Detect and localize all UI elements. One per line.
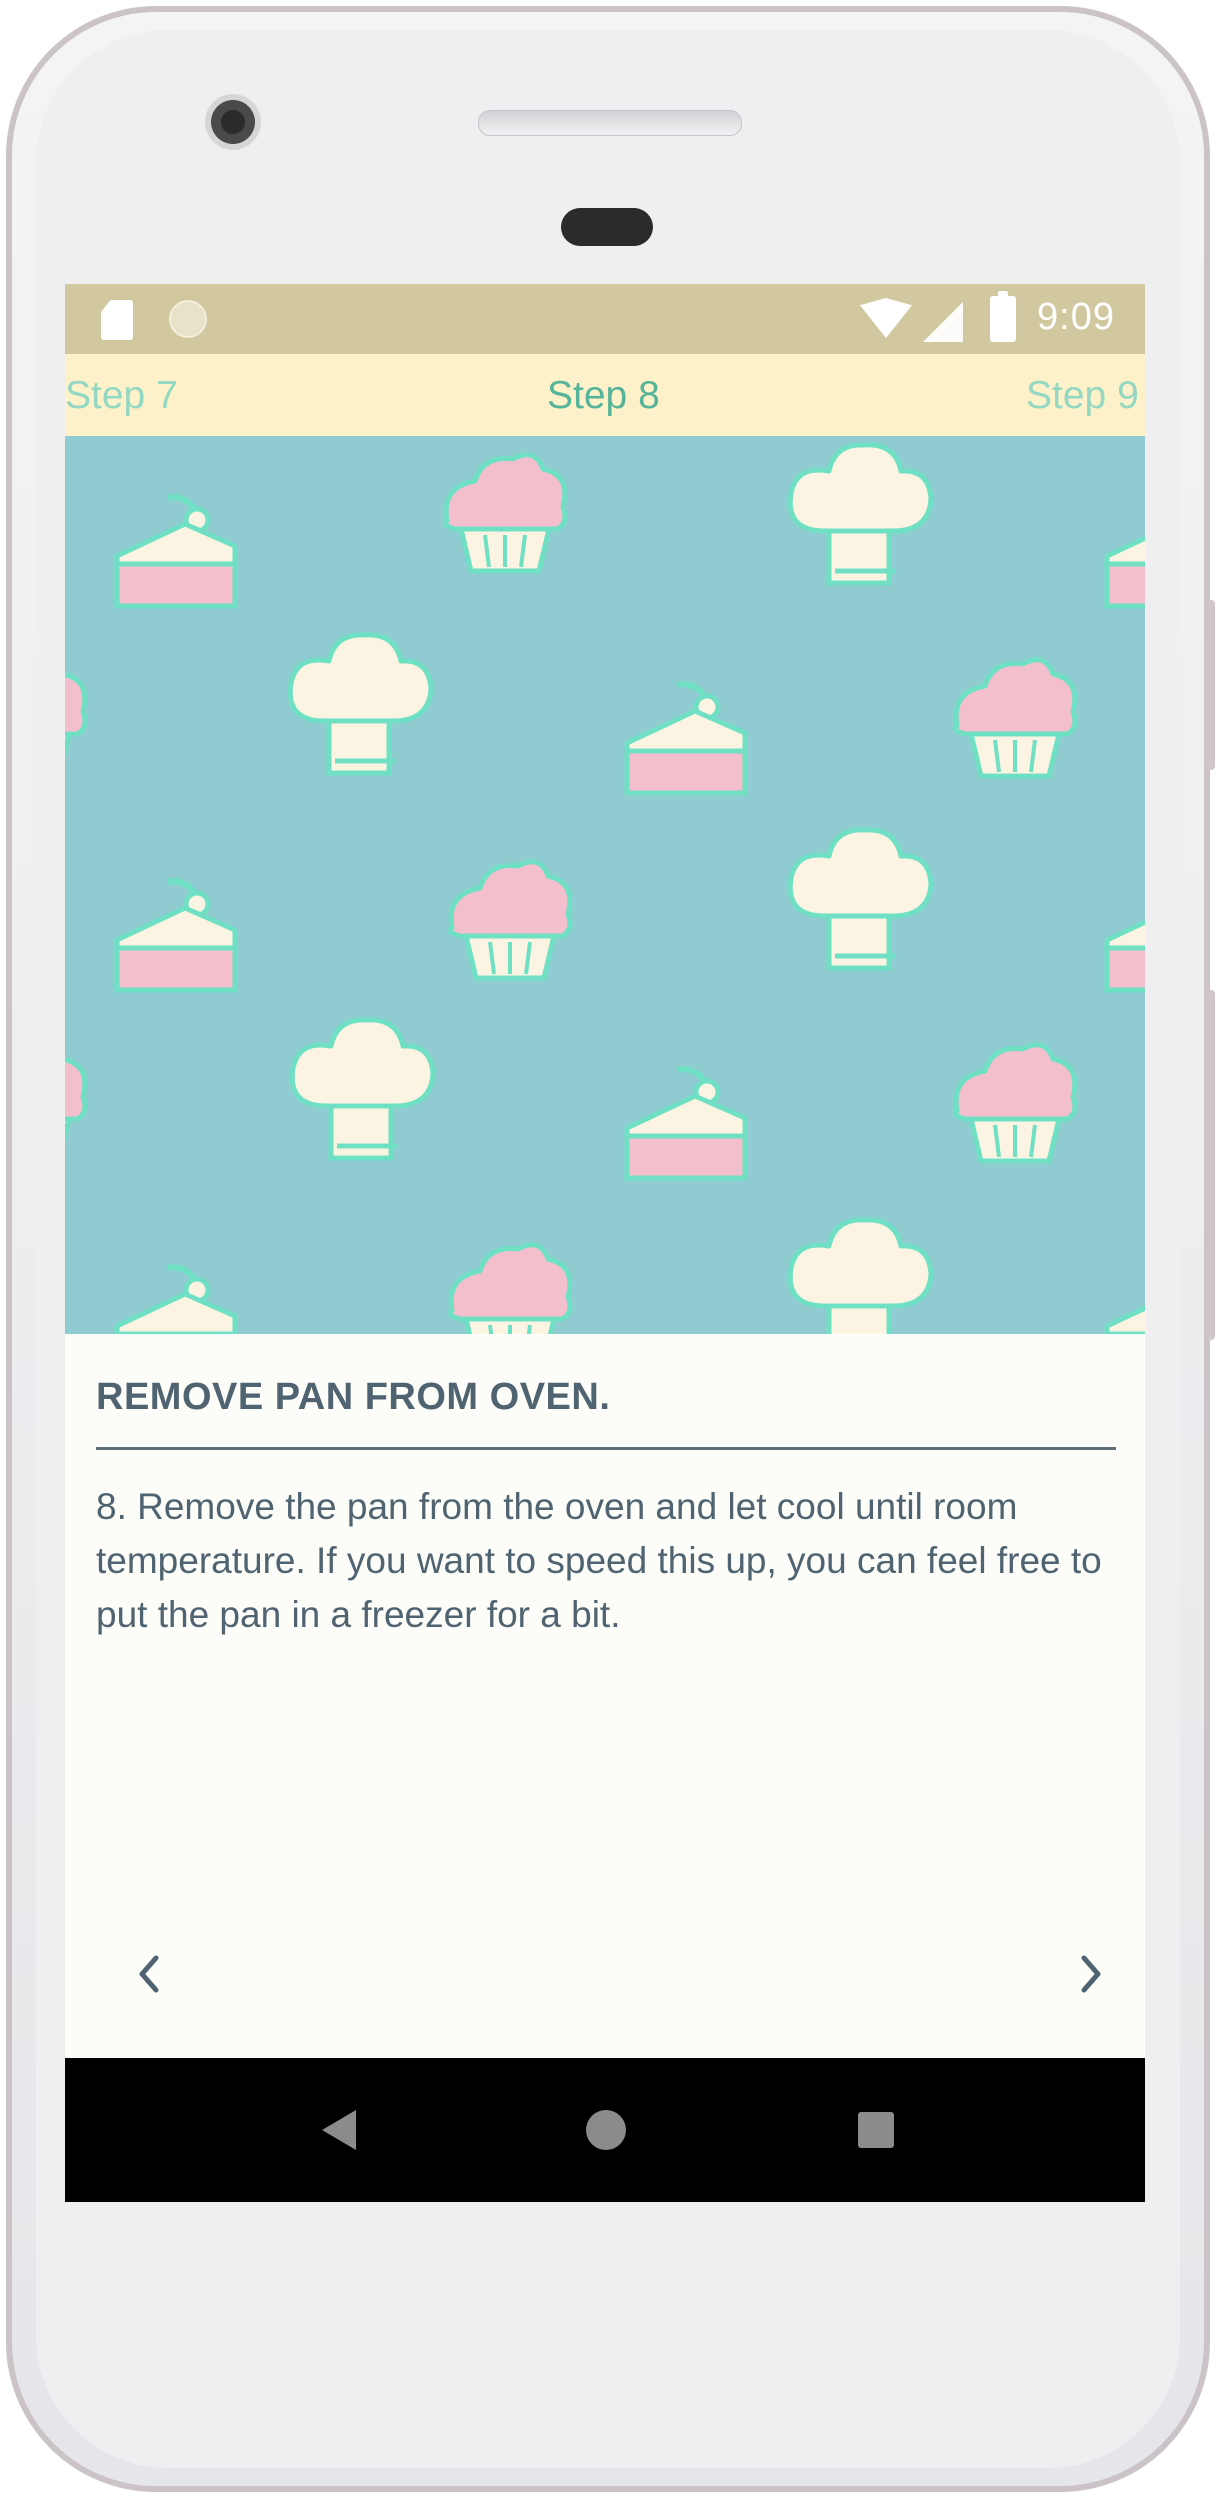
volume-button <box>1207 990 1215 1340</box>
status-bar: 9:09 <box>65 284 1145 354</box>
tab-next-step[interactable]: Step 9 <box>1026 374 1139 418</box>
cupcake-icon <box>955 660 1075 776</box>
cake-slice-icon <box>117 1267 235 1334</box>
tab-previous-step[interactable]: Step 7 <box>65 374 178 418</box>
step-image <box>65 436 1145 1334</box>
title-divider <box>96 1447 1116 1450</box>
power-button <box>1207 600 1215 770</box>
chevron-right-icon <box>1081 1955 1101 1993</box>
chef-hat-icon <box>292 1020 433 1158</box>
back-icon[interactable] <box>322 2110 356 2150</box>
earpiece-speaker <box>478 110 742 136</box>
cake-slice-icon <box>627 1069 745 1178</box>
cake-slice-icon <box>627 684 745 793</box>
cake-slice-icon <box>117 497 235 606</box>
sd-card-icon <box>101 300 133 340</box>
signal-icon <box>923 302 963 342</box>
status-time: 9:09 <box>1037 296 1115 338</box>
recents-icon[interactable] <box>858 2112 894 2148</box>
cake-slice-icon <box>117 881 235 990</box>
cake-slice-icon <box>1107 1267 1145 1334</box>
battery-charging-icon <box>990 291 1016 342</box>
system-navigation-bar <box>65 2058 1145 2202</box>
cake-slice-icon <box>1107 881 1145 990</box>
home-icon[interactable] <box>586 2110 626 2150</box>
previous-step-button[interactable] <box>120 1944 180 2004</box>
front-camera <box>205 94 261 150</box>
chef-hat-icon <box>290 635 431 773</box>
tab-current-step[interactable]: Step 8 <box>547 374 660 418</box>
cupcake-icon <box>955 1045 1075 1161</box>
cupcake-icon <box>445 455 565 571</box>
cupcake-icon <box>450 1245 570 1334</box>
cupcake-icon <box>65 1045 85 1161</box>
cake-slice-icon <box>1107 497 1145 606</box>
wifi-icon <box>860 298 912 338</box>
circle-notification-icon <box>169 300 207 338</box>
next-step-button[interactable] <box>1060 1944 1120 2004</box>
chevron-left-icon <box>139 1955 159 1993</box>
chef-hat-icon <box>790 1220 931 1334</box>
chef-hat-icon <box>790 445 931 583</box>
step-tabs: Step 7 Step 8 Step 9 <box>65 354 1145 436</box>
step-content: REMOVE PAN FROM OVEN. 8. Remove the pan … <box>65 1334 1145 2058</box>
step-description: 8. Remove the pan from the oven and let … <box>96 1486 1102 1635</box>
proximity-sensor <box>561 208 653 246</box>
cupcake-icon <box>65 660 85 776</box>
cupcake-icon <box>450 862 570 978</box>
app-screen: 9:09 Step 7 Step 8 Step 9 REMOVE PAN FRO… <box>65 284 1145 2202</box>
chef-hat-icon <box>790 830 931 968</box>
step-title: REMOVE PAN FROM OVEN. <box>96 1376 611 1418</box>
pattern-illustration <box>65 436 1145 1334</box>
